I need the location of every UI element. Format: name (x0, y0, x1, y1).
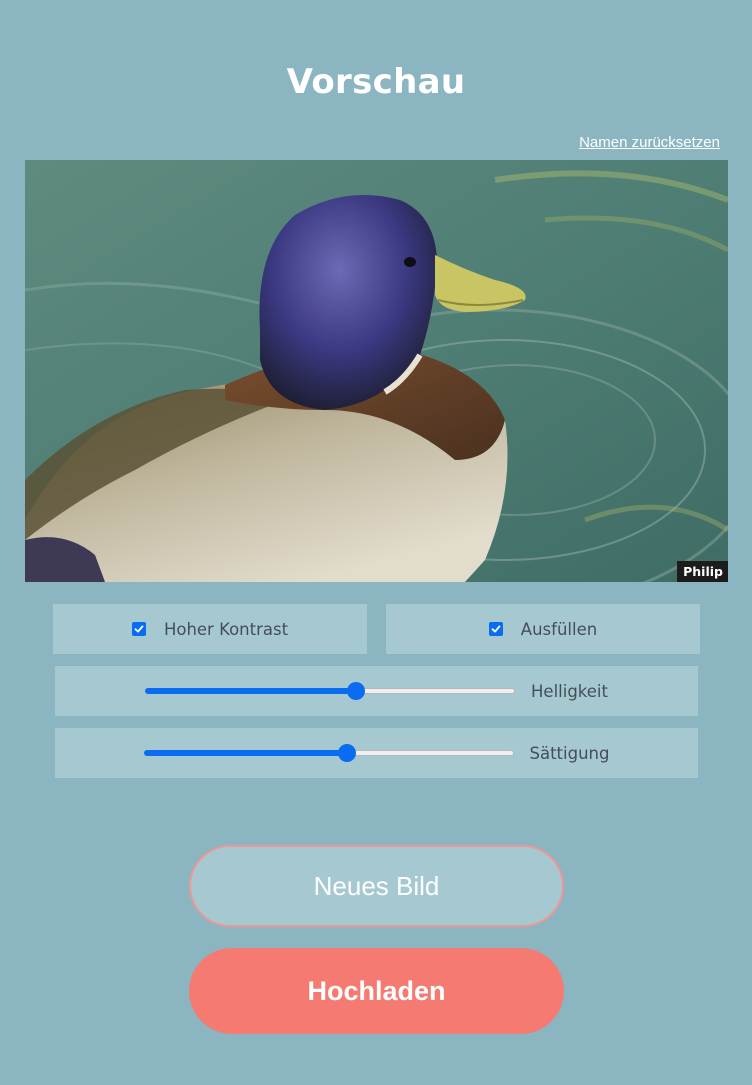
fill-label: Ausfüllen (520, 619, 598, 639)
fill-checkbox[interactable] (488, 622, 503, 636)
brightness-label: Helligkeit (531, 681, 608, 701)
upload-button[interactable]: Hochladen (189, 948, 564, 1034)
slider-fill (145, 688, 356, 694)
saturation-label: Sättigung (529, 743, 610, 763)
image-preview: Philip (25, 160, 728, 582)
high-contrast-checkbox[interactable] (131, 622, 146, 636)
page-title: Vorschau (286, 62, 466, 102)
name-tag: Philip (677, 561, 728, 582)
slider-thumb[interactable] (338, 744, 356, 762)
saturation-row: Sättigung (55, 728, 698, 778)
brightness-row: Helligkeit (55, 666, 698, 716)
duck-image (25, 160, 728, 582)
reset-names-link[interactable]: Namen zurücksetzen (579, 134, 720, 151)
new-image-button[interactable]: Neues Bild (189, 845, 564, 927)
brightness-slider[interactable] (145, 682, 516, 700)
checkmark-icon (491, 625, 501, 633)
slider-fill (143, 750, 347, 756)
high-contrast-label: Hoher Kontrast (163, 619, 289, 639)
page: Vorschau Namen zurücksetzen Philip Hoher… (0, 0, 752, 1085)
fill-option[interactable]: Ausfüllen (386, 604, 700, 654)
slider-thumb[interactable] (346, 682, 365, 700)
checkmark-icon (134, 625, 144, 633)
high-contrast-option[interactable]: Hoher Kontrast (53, 604, 367, 654)
saturation-slider[interactable] (143, 744, 514, 762)
